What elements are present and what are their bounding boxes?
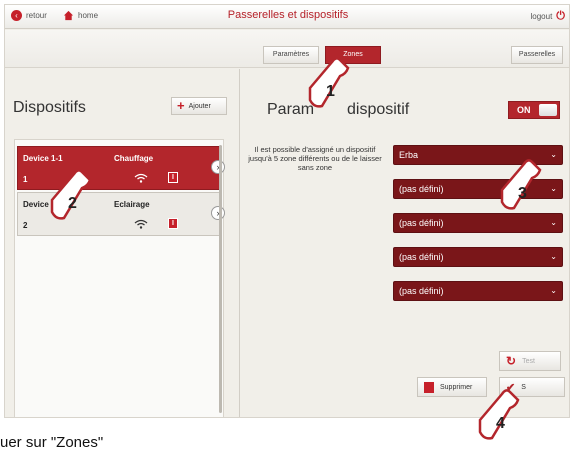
add-device-label: Ajouter [188, 102, 211, 110]
callout-number: 1 [326, 83, 335, 100]
power-icon: ⏻ [556, 10, 565, 22]
plus-icon: + [177, 98, 185, 113]
devices-panel: Dispositifs + Ajouter Device 1-1 Chauffa… [5, 69, 237, 417]
devices-heading: Dispositifs [13, 99, 86, 116]
device-id: 2 [23, 221, 28, 230]
toggle-label: ON [517, 105, 531, 115]
test-button[interactable]: ↻ Test [499, 351, 561, 371]
passerelles-button[interactable]: Passerelles [511, 46, 563, 64]
zone-value: Erba [399, 150, 419, 160]
test-label: Test [522, 357, 535, 365]
chevron-down-icon: ⌄ [550, 286, 557, 295]
zone-select-3[interactable]: (pas défini) ⌄ [393, 213, 563, 233]
device-list-scrollbar[interactable] [219, 145, 222, 413]
callout-number: 4 [496, 415, 505, 432]
zone-select-5[interactable]: (pas défini) ⌄ [393, 281, 563, 301]
callout-2: 2 [50, 169, 92, 220]
delete-label: Supprimer [440, 383, 473, 391]
toggle-knob [539, 104, 557, 116]
info-badge-icon: I [168, 172, 178, 183]
zones-hint: Il est possible d'assigné un dispositif … [248, 145, 382, 172]
callout-number: 3 [518, 185, 527, 202]
trash-icon [424, 381, 434, 393]
logout-label: logout [530, 12, 553, 21]
zone-value: (pas défini) [399, 286, 444, 296]
zone-value: (pas défini) [399, 218, 444, 228]
chevron-down-icon: ⌄ [550, 218, 557, 227]
zone-select-4[interactable]: (pas défini) ⌄ [393, 247, 563, 267]
page-title: Passerelles et dispositifs [227, 9, 349, 21]
zone-value: (pas défini) [399, 184, 444, 194]
top-bar: ‹ retour home Passerelles et dispositifs… [5, 5, 569, 29]
callout-1: 1 [308, 57, 350, 108]
logout-link[interactable]: logout ⏻ [531, 10, 566, 23]
device-id: 1 [23, 175, 28, 184]
wifi-icon [134, 219, 148, 229]
zone-value: (pas défini) [399, 252, 444, 262]
chevron-down-icon: ⌄ [550, 252, 557, 261]
refresh-icon: ↻ [506, 354, 517, 368]
device-type: Eclairage [114, 200, 150, 209]
device-1-arrow-button[interactable]: › [211, 160, 225, 174]
add-device-button[interactable]: + Ajouter [171, 97, 227, 115]
device-type: Chauffage [114, 154, 154, 163]
callout-4: 4 [478, 389, 520, 440]
callout-number: 2 [68, 195, 77, 212]
on-off-toggle[interactable]: ON [508, 101, 560, 119]
device-2-arrow-button[interactable]: › [211, 206, 225, 220]
wifi-icon [134, 173, 148, 183]
tutorial-caption: uer sur "Zones" [0, 434, 104, 451]
panel-divider [239, 69, 240, 417]
callout-3: 3 [500, 159, 542, 210]
info-badge-icon: I [168, 218, 178, 229]
device-params-panel: Param dispositif ON Il est possible d'as… [241, 69, 569, 417]
sub-toolbar: Paramètres Zones Passerelles [5, 30, 569, 68]
